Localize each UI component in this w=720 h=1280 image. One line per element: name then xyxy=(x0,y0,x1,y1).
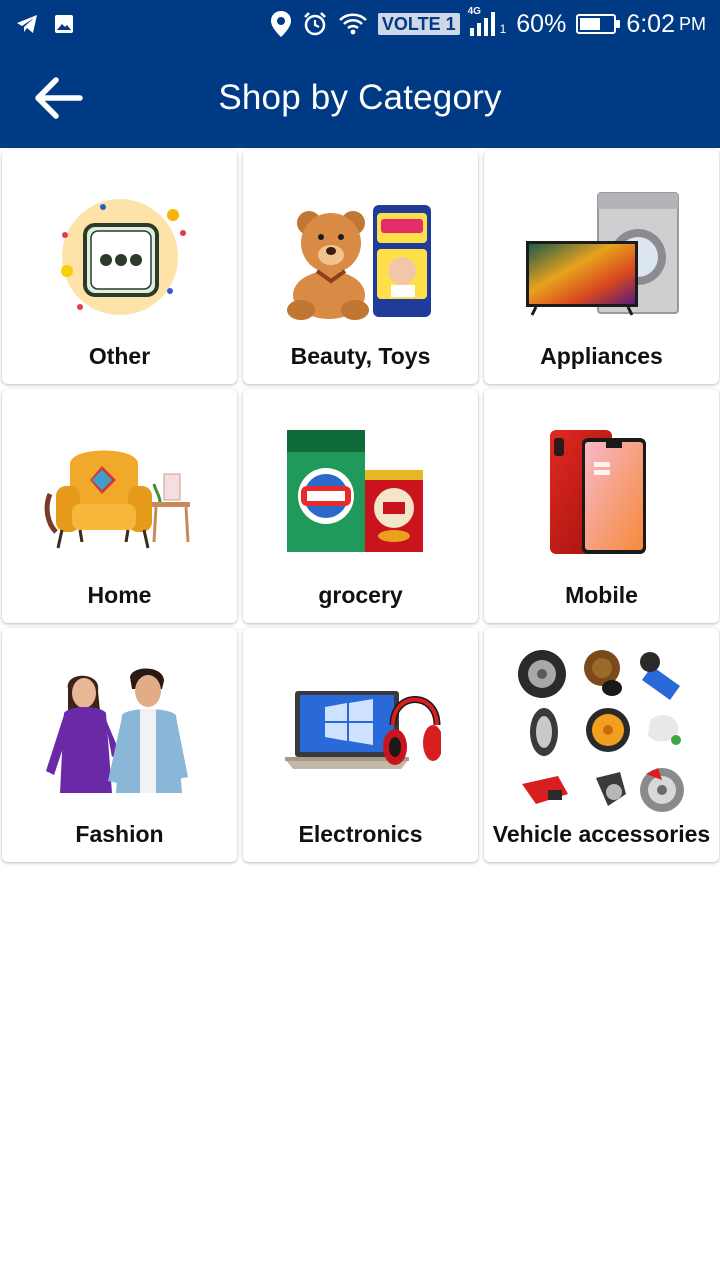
category-label: Appliances xyxy=(540,343,663,369)
sim-label: 1 xyxy=(499,22,507,36)
page-title: Shop by Category xyxy=(218,78,502,117)
category-card-home[interactable]: Home xyxy=(2,389,237,623)
detergent-tea-image xyxy=(286,430,423,552)
laptop-headphones-image xyxy=(284,691,441,769)
category-card-mobile[interactable]: Mobile xyxy=(484,389,719,623)
category-grid: Other Beauty, Toys Appliances Home groce… xyxy=(2,150,719,862)
volte-badge: VOLTE 1 xyxy=(377,13,460,35)
network-type-label: 4G xyxy=(467,6,481,17)
category-label: Other xyxy=(88,343,151,369)
wifi-icon xyxy=(338,13,367,35)
location-icon xyxy=(270,11,291,37)
telegram-icon xyxy=(17,15,37,33)
battery-icon xyxy=(576,14,621,34)
smartphone-image xyxy=(549,430,646,554)
app-bar: Shop by Category xyxy=(0,48,720,148)
category-card-vehicle-accessories[interactable]: Vehicle accessories xyxy=(484,628,719,862)
category-card-beauty-toys[interactable]: Beauty, Toys xyxy=(243,150,478,384)
category-card-appliances[interactable]: Appliances xyxy=(484,150,719,384)
category-label: Electronics xyxy=(298,821,423,847)
category-card-fashion[interactable]: Fashion xyxy=(2,628,237,862)
battery-percent: 60% xyxy=(516,9,567,38)
category-label: grocery xyxy=(318,582,403,608)
vehicle-parts-image xyxy=(517,650,684,812)
clock-time: 6:02 xyxy=(626,9,675,38)
tv-washing-machine-image xyxy=(525,192,679,316)
category-label: Beauty, Toys xyxy=(290,343,431,369)
gallery-icon xyxy=(55,15,73,33)
teddy-bear-diapers-image xyxy=(286,205,431,320)
status-bar: VOLTE 1 4G 1 60% 6:02 PM xyxy=(0,0,720,48)
category-card-grocery[interactable]: grocery xyxy=(243,389,478,623)
category-label: Fashion xyxy=(75,821,164,847)
category-label: Mobile xyxy=(565,582,638,608)
more-dots-icon xyxy=(60,199,186,315)
signal-icon: 4G 1 xyxy=(468,6,507,36)
armchair-image xyxy=(44,450,190,549)
category-card-electronics[interactable]: Electronics xyxy=(243,628,478,862)
alarm-icon xyxy=(304,12,326,36)
clock-ampm: PM xyxy=(679,13,706,34)
category-card-other[interactable]: Other xyxy=(2,150,237,384)
couple-fashion-image xyxy=(45,668,188,793)
category-label: Vehicle accessories xyxy=(492,821,711,847)
category-label: Home xyxy=(87,582,152,608)
